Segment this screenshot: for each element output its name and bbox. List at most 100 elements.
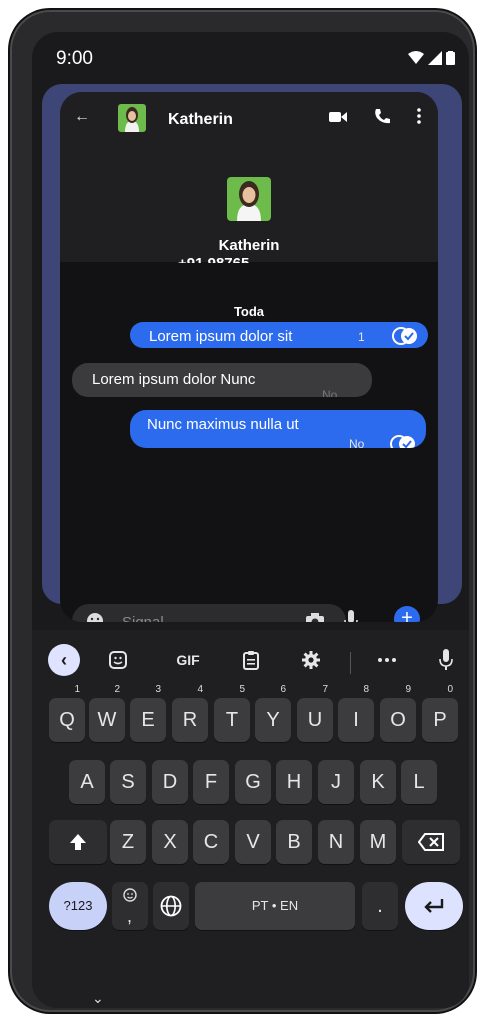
- key-r[interactable]: R4: [172, 684, 208, 742]
- screen: 9:00 ← Katherin Katherin Toda Lorem ipsu…: [32, 32, 469, 1008]
- symbols-key[interactable]: ?123: [49, 882, 107, 930]
- camera-icon[interactable]: [306, 613, 324, 622]
- enter-key[interactable]: [405, 882, 463, 930]
- keyboard: ‹ GIF Q1 W2 E 3 R 4 T 5 Y 6 U 7 I 8 O 9 …: [32, 630, 469, 1008]
- backspace-icon: [417, 833, 444, 851]
- message-composer: [72, 604, 358, 622]
- message-text: Nunc maximus nulla ut: [147, 416, 299, 433]
- key-hint: 5: [239, 684, 245, 695]
- add-attachment-button[interactable]: +: [394, 606, 420, 622]
- key-g[interactable]: G: [235, 760, 271, 804]
- delivered-check-icon: [392, 327, 417, 345]
- gif-button[interactable]: GIF: [170, 644, 206, 676]
- collapse-toolbar-button[interactable]: ‹: [48, 644, 80, 676]
- status-bar: 9:00: [32, 32, 469, 82]
- signal-icon: [428, 51, 442, 65]
- key-hint: 8: [363, 684, 369, 695]
- message-text: Lorem ipsum dolor sit: [149, 328, 293, 345]
- sticker-icon[interactable]: [104, 644, 132, 676]
- key-x[interactable]: X: [152, 820, 188, 864]
- key-o[interactable]: O9: [380, 684, 416, 742]
- key-label: I: [353, 709, 359, 731]
- space-key[interactable]: PT • EN: [195, 882, 355, 930]
- globe-icon: [160, 895, 182, 917]
- clipboard-icon[interactable]: [238, 644, 264, 676]
- key-d[interactable]: D: [152, 760, 188, 804]
- key-label: Q: [59, 709, 75, 731]
- key-hint: 3: [155, 684, 161, 695]
- voice-input-icon[interactable]: [434, 644, 458, 676]
- message-meta: 1: [358, 330, 365, 344]
- key-c[interactable]: C: [193, 820, 229, 864]
- message-bubble-outgoing[interactable]: Lorem ipsum dolor sit 1: [130, 322, 428, 348]
- shift-key[interactable]: [49, 820, 107, 864]
- emoji-icon[interactable]: [86, 612, 104, 622]
- phone-frame: 9:00 ← Katherin Katherin Toda Lorem ipsu…: [10, 10, 475, 1012]
- contact-avatar[interactable]: [118, 104, 146, 132]
- profile-phone: +91 98765: [178, 255, 249, 263]
- video-call-icon[interactable]: [329, 111, 347, 123]
- key-k[interactable]: K: [360, 760, 396, 804]
- key-label: U: [307, 709, 323, 731]
- emoji-comma-key[interactable]: ,: [112, 882, 148, 930]
- key-b[interactable]: B: [276, 820, 312, 864]
- key-f[interactable]: F: [193, 760, 229, 804]
- key-hint: 2: [114, 684, 120, 695]
- key-v[interactable]: V: [235, 820, 271, 864]
- chat-header: ← Katherin Katherin: [60, 92, 438, 263]
- period-key[interactable]: .: [362, 882, 398, 930]
- keyboard-toolbar: ‹ GIF: [32, 640, 469, 680]
- key-z[interactable]: Z: [110, 820, 146, 864]
- contact-name[interactable]: Katherin: [168, 111, 233, 129]
- key-m[interactable]: M: [360, 820, 396, 864]
- key-a[interactable]: A: [69, 760, 105, 804]
- key-t[interactable]: T5: [214, 684, 250, 742]
- delivered-check-icon: [390, 435, 415, 448]
- language-key[interactable]: [153, 882, 189, 930]
- key-e[interactable]: E3: [130, 684, 166, 742]
- more-options-icon[interactable]: [416, 107, 422, 125]
- status-icons: [408, 51, 455, 65]
- settings-gear-icon[interactable]: [298, 644, 324, 676]
- battery-icon: [446, 51, 455, 65]
- toolbar-divider: [350, 652, 351, 674]
- key-label: O: [390, 709, 406, 731]
- key-y[interactable]: Y6: [255, 684, 291, 742]
- key-label: R: [182, 709, 198, 731]
- phone-call-icon[interactable]: [373, 107, 391, 125]
- key-w[interactable]: W2: [89, 684, 125, 742]
- shift-arrow-icon: [70, 834, 86, 850]
- message-bubble-incoming[interactable]: Lorem ipsum dolor Nunc No: [72, 363, 372, 397]
- chat-window: ← Katherin Katherin Toda Lorem ipsum dol…: [60, 92, 438, 622]
- profile-avatar[interactable]: [227, 177, 271, 221]
- key-u[interactable]: U7: [297, 684, 333, 742]
- key-hint: 4: [197, 684, 203, 695]
- key-label: Y: [266, 709, 280, 731]
- key-hint: 0: [447, 684, 453, 695]
- key-label: W: [97, 709, 117, 731]
- message-text: Lorem ipsum dolor Nunc: [92, 371, 256, 388]
- key-hint: 9: [405, 684, 411, 695]
- hide-keyboard-chevron-icon[interactable]: ⌄: [92, 990, 104, 1007]
- key-q[interactable]: Q1: [49, 684, 85, 742]
- key-l[interactable]: L: [401, 760, 437, 804]
- key-i[interactable]: I8: [338, 684, 374, 742]
- key-hint: 7: [322, 684, 328, 695]
- message-input[interactable]: [122, 612, 282, 622]
- key-n[interactable]: N: [318, 820, 354, 864]
- profile-name: Katherin: [218, 237, 280, 254]
- message-bubble-outgoing[interactable]: Nunc maximus nulla ut No: [130, 410, 426, 448]
- key-j[interactable]: J: [318, 760, 354, 804]
- message-meta: No: [349, 437, 365, 448]
- microphone-icon[interactable]: [344, 610, 358, 622]
- back-arrow-icon[interactable]: ←: [74, 108, 90, 126]
- key-p[interactable]: P0: [422, 684, 458, 742]
- more-options-icon[interactable]: [372, 644, 402, 676]
- wifi-icon: [408, 51, 424, 64]
- key-s[interactable]: S: [110, 760, 146, 804]
- key-h[interactable]: H: [276, 760, 312, 804]
- backspace-key[interactable]: [402, 820, 460, 864]
- comma-label: ,: [127, 906, 133, 926]
- message-meta: No: [322, 388, 338, 397]
- status-time: 9:00: [56, 48, 93, 69]
